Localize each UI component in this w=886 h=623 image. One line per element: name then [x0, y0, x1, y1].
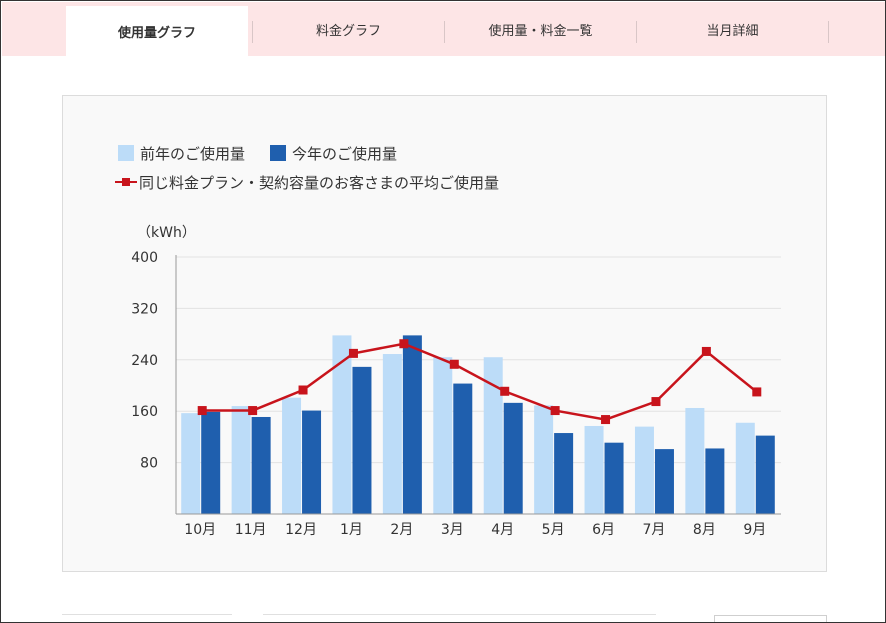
x-tick-label: 6月 — [592, 522, 615, 538]
x-tick-label: 3月 — [441, 522, 464, 538]
x-tick-label: 8月 — [693, 522, 716, 538]
bar-this-year — [402, 335, 422, 514]
bar-prev-year — [181, 413, 201, 514]
average-marker — [550, 406, 560, 416]
average-marker — [601, 415, 611, 425]
x-tick-label: 5月 — [542, 522, 565, 538]
bar-this-year — [604, 442, 624, 514]
average-marker — [449, 359, 459, 369]
tab-current-month-detail[interactable]: 当月詳細 — [637, 2, 828, 56]
average-marker — [298, 385, 308, 395]
tab-charge-graph[interactable]: 料金グラフ — [253, 2, 444, 56]
bar-this-year — [352, 366, 372, 514]
bar-prev-year — [634, 426, 654, 514]
y-tick-label: 80 — [140, 456, 158, 472]
y-tick-label: 320 — [131, 301, 158, 317]
x-tick-label: 12月 — [285, 522, 317, 538]
tab-divider — [828, 21, 829, 43]
bar-prev-year — [735, 422, 755, 514]
x-tick-label: 1月 — [340, 522, 363, 538]
x-tick-label: 4月 — [491, 522, 514, 538]
average-marker — [197, 406, 207, 416]
usage-chart: 80 160 240 320 400 （kWh） 10月 11月 12月 1月 2月 3月 4月 5月 6月… — [131, 225, 781, 538]
bar-this-year — [201, 411, 221, 514]
y-tick-label: 160 — [131, 404, 158, 420]
bottom-divider — [62, 614, 232, 615]
bar-this-year — [705, 448, 725, 514]
bar-this-year — [503, 402, 523, 514]
bar-prev-year — [282, 397, 302, 514]
average-marker — [500, 386, 510, 396]
y-tick-label: 400 — [131, 250, 158, 266]
x-tick-label: 7月 — [642, 522, 665, 538]
bar-this-year — [755, 435, 775, 514]
y-unit-label: （kWh） — [137, 225, 196, 241]
bar-this-year — [453, 383, 473, 514]
average-marker — [651, 397, 661, 407]
tab-usage-graph[interactable]: 使用量グラフ — [66, 6, 248, 57]
bottom-divider — [263, 614, 656, 615]
average-marker — [701, 346, 711, 356]
bar-this-year — [654, 449, 674, 514]
x-tick-label: 10月 — [184, 522, 216, 538]
average-marker — [399, 339, 409, 349]
tab-bar: 使用量グラフ 料金グラフ 使用量・料金一覧 当月詳細 — [2, 2, 885, 57]
x-tick-label: 9月 — [743, 522, 766, 538]
average-marker — [752, 387, 762, 397]
bar-this-year — [251, 416, 271, 514]
bottom-box — [714, 615, 827, 622]
bar-prev-year — [685, 407, 705, 514]
app-frame: 使用量グラフ 料金グラフ 使用量・料金一覧 当月詳細 前年のご使用量 今年のご使… — [0, 0, 886, 623]
bar-this-year — [554, 433, 574, 514]
bar-prev-year — [534, 405, 554, 514]
bar-prev-year — [382, 354, 402, 514]
bar-this-year — [302, 410, 322, 514]
average-marker — [348, 348, 358, 358]
bar-prev-year — [433, 357, 453, 514]
x-tick-label: 2月 — [390, 522, 413, 538]
bar-prev-year — [231, 406, 251, 514]
average-marker — [248, 406, 258, 416]
chart-panel: 前年のご使用量 今年のご使用量 同じ料金プラン・契約容量のお客さまの平均ご使用量… — [62, 95, 827, 572]
x-tick-label: 11月 — [235, 522, 267, 538]
bar-prev-year — [584, 425, 604, 514]
y-tick-label: 240 — [131, 353, 158, 369]
tab-usage-charge-list[interactable]: 使用量・料金一覧 — [445, 2, 636, 56]
